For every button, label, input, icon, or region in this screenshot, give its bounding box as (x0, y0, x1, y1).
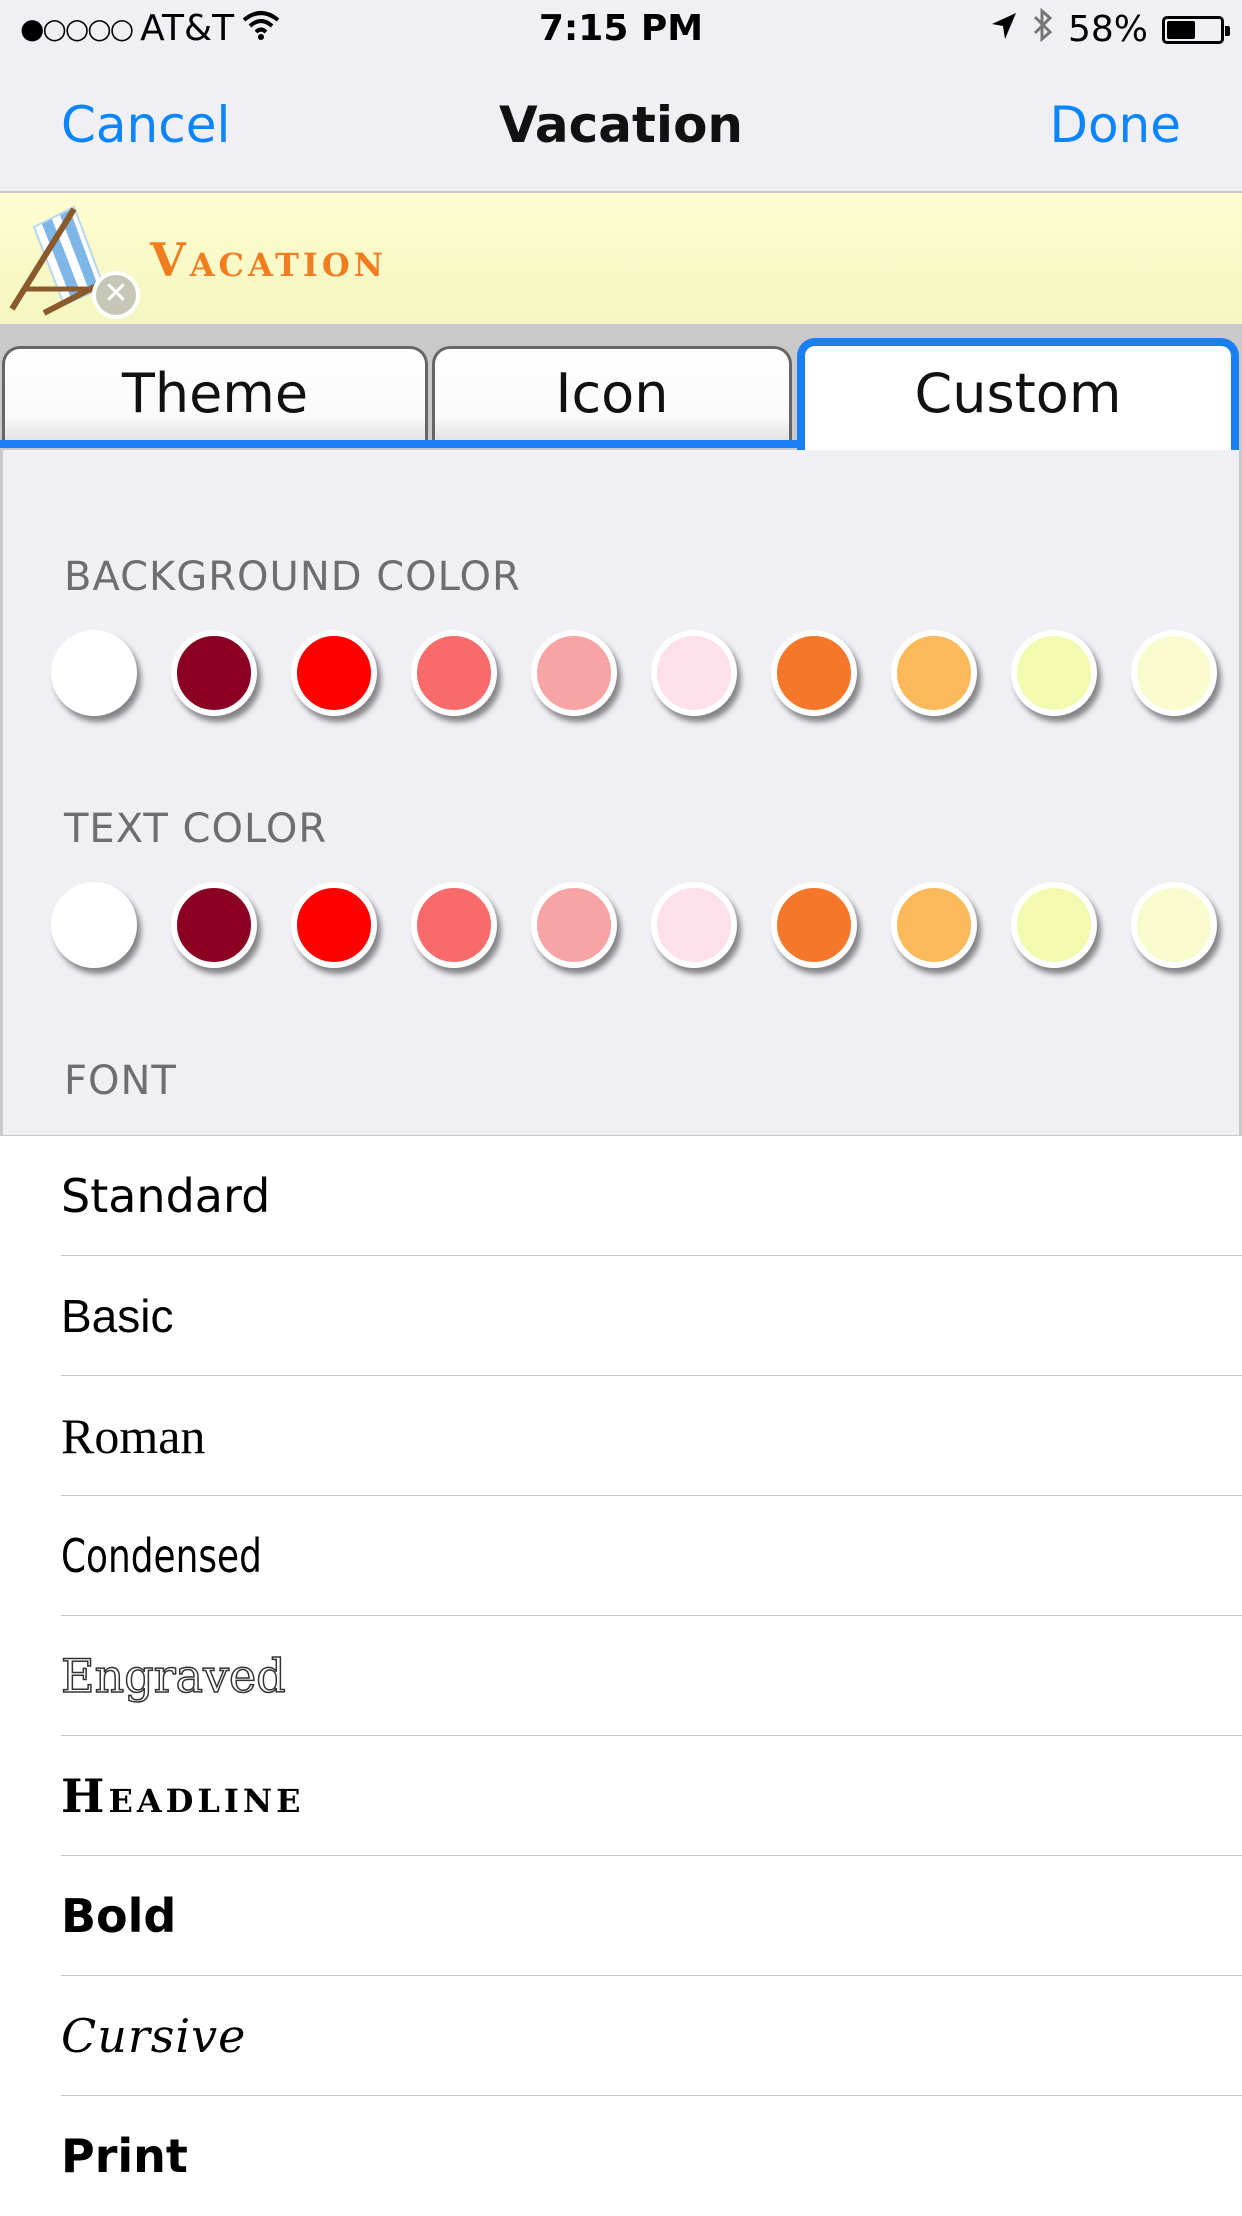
font-option-standard[interactable]: Standard (0, 1136, 1242, 1256)
text-color-swatch[interactable] (891, 882, 977, 968)
location-arrow-icon (990, 9, 1018, 50)
remove-icon-button[interactable]: ✕ (92, 271, 140, 319)
text-color-swatch[interactable] (171, 882, 257, 968)
tab-theme[interactable]: Theme (2, 346, 428, 446)
text-color-swatch[interactable] (291, 882, 377, 968)
battery-percent: 58% (1067, 9, 1148, 50)
text-color-swatch[interactable] (51, 882, 137, 968)
tab-bar: Theme Icon Custom (0, 324, 1242, 450)
background-color-swatch[interactable] (891, 630, 977, 716)
text-color-swatch[interactable] (651, 882, 737, 968)
text-color-swatch[interactable] (411, 882, 497, 968)
font-list: Standard Basic Roman Condensed Engraved … (0, 1135, 1242, 2209)
navigation-bar: Cancel Vacation Done (0, 60, 1242, 193)
background-color-swatch[interactable] (651, 630, 737, 716)
font-option-condensed[interactable]: Condensed (0, 1496, 1242, 1616)
background-color-swatch[interactable] (291, 630, 377, 716)
font-option-label: Cursive (61, 2009, 247, 2063)
background-color-swatch[interactable] (1011, 630, 1097, 716)
text-color-swatch[interactable] (1011, 882, 1097, 968)
background-color-swatch[interactable] (171, 630, 257, 716)
text-color-swatch[interactable] (1131, 882, 1217, 968)
font-label: FONT (64, 1058, 177, 1104)
battery-fill (1167, 20, 1196, 39)
background-color-swatch[interactable] (771, 630, 857, 716)
font-option-label: Roman (61, 1408, 206, 1464)
status-bar: ●○○○○ AT&T 7:15 PM 58% (0, 0, 1242, 60)
font-option-label: Print (61, 2129, 188, 2183)
tab-underline (0, 440, 800, 448)
tab-icon[interactable]: Icon (432, 346, 792, 446)
custom-panel: BACKGROUND COLOR TEXT COLOR FONT (0, 450, 1242, 1135)
font-option-headline[interactable]: Headline (0, 1736, 1242, 1856)
font-option-label: Basic (61, 1290, 174, 1342)
font-option-label: Headline (61, 1769, 305, 1823)
close-icon: ✕ (103, 276, 129, 311)
font-option-roman[interactable]: Roman (0, 1376, 1242, 1496)
category-preview-banner: ✕ Vacation (0, 193, 1242, 325)
font-option-label: Condensed (61, 1529, 262, 1583)
text-color-swatch[interactable] (531, 882, 617, 968)
status-right: 58% (990, 7, 1230, 51)
font-option-print[interactable]: Print (0, 2096, 1242, 2216)
done-button[interactable]: Done (1049, 96, 1181, 154)
font-option-basic[interactable]: Basic (0, 1256, 1242, 1376)
background-color-swatch[interactable] (531, 630, 617, 716)
background-color-swatches (51, 630, 1231, 720)
font-option-label: Engraved (60, 1648, 286, 1704)
background-color-swatch[interactable] (51, 630, 137, 716)
tab-custom[interactable]: Custom (797, 338, 1239, 450)
font-option-label: Bold (61, 1889, 177, 1943)
bluetooth-icon (1032, 7, 1054, 51)
font-option-bold[interactable]: Bold (0, 1856, 1242, 1976)
battery-icon (1162, 15, 1230, 44)
font-option-label: Standard (61, 1169, 271, 1223)
background-color-swatch[interactable] (1131, 630, 1217, 716)
banner-title: Vacation (150, 233, 387, 287)
background-color-label: BACKGROUND COLOR (64, 554, 521, 600)
text-color-swatches (51, 882, 1231, 972)
font-option-cursive[interactable]: Cursive (0, 1976, 1242, 2096)
font-option-engraved[interactable]: Engraved (0, 1616, 1242, 1736)
text-color-label: TEXT COLOR (64, 806, 328, 852)
text-color-swatch[interactable] (771, 882, 857, 968)
background-color-swatch[interactable] (411, 630, 497, 716)
